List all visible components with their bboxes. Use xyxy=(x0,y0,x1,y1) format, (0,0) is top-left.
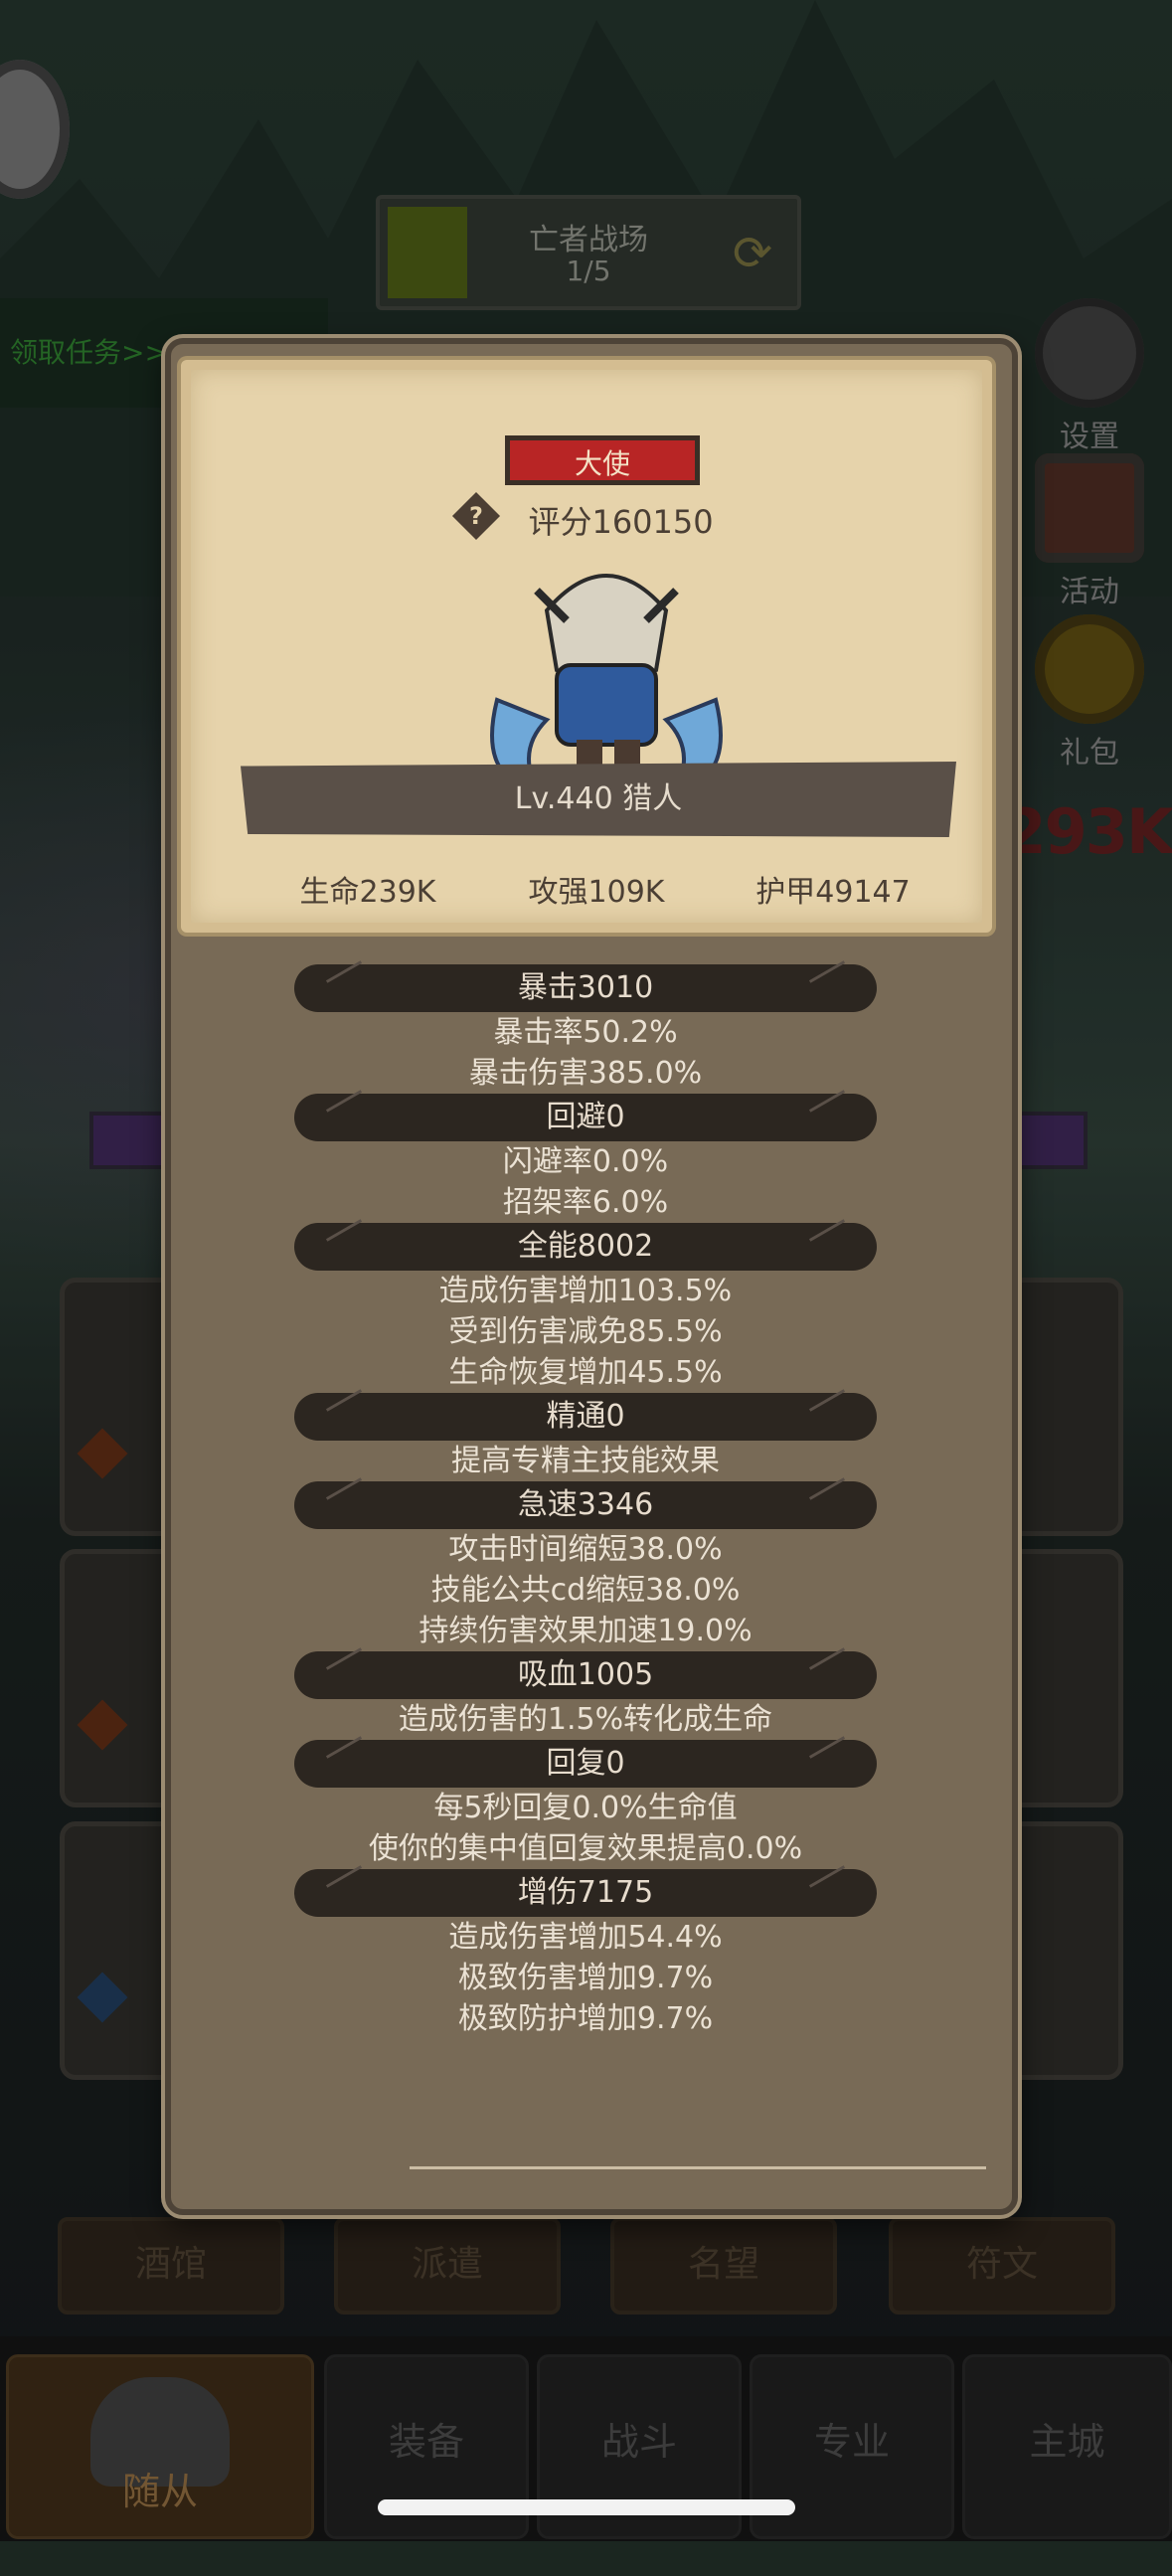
attribute-detail: 技能公共cd缩短38.0% xyxy=(430,1573,741,1608)
attribute-group-title: 回复0 xyxy=(294,1740,877,1788)
hunter-character-portrait xyxy=(490,574,723,792)
attribute-detail: 攻击时间缩短38.0% xyxy=(448,1532,723,1567)
attribute-group-title: 吸血1005 xyxy=(294,1651,877,1699)
rank-badge: 大使 xyxy=(505,435,700,485)
score-row: ? 评分160150 xyxy=(191,491,982,557)
attribute-detail: 极致伤害增加9.7% xyxy=(457,1961,714,1995)
stat-armor: 护甲49147 xyxy=(755,875,911,910)
attribute-group: 暴击3010 暴击率50.2% 暴击伤害385.0% xyxy=(171,964,1000,1094)
attribute-list: 暴击3010 暴击率50.2% 暴击伤害385.0% 回避0 闪避率0.0% 招架率6.0… xyxy=(171,964,1000,2039)
attribute-detail: 生命恢复增加45.5% xyxy=(448,1355,723,1390)
attribute-detail: 暴击率50.2% xyxy=(493,1015,678,1050)
hero-summary-card: 大使 ? 评分160150 Lv.440 猎人 生命239K 攻强109K 护甲… xyxy=(181,360,992,933)
attribute-group-title: 精通0 xyxy=(294,1393,877,1441)
attribute-detail: 造成伤害的1.5%转化成生命 xyxy=(398,1702,773,1737)
attribute-detail: 招架率6.0% xyxy=(502,1185,669,1220)
hero-name-level: Lv.440 猎人 xyxy=(241,762,956,837)
attribute-group: 回避0 闪避率0.0% 招架率6.0% xyxy=(171,1094,1000,1223)
attribute-group-title: 增伤7175 xyxy=(294,1869,877,1917)
attribute-detail: 闪避率0.0% xyxy=(502,1144,669,1179)
attribute-group: 全能8002 造成伤害增加103.5% 受到伤害减免85.5% 生命恢复增加45.5% xyxy=(171,1223,1000,1393)
attribute-detail: 暴击伤害385.0% xyxy=(468,1056,703,1091)
attribute-group: 急速3346 攻击时间缩短38.0% 技能公共cd缩短38.0% 持续伤害效果加速19… xyxy=(171,1481,1000,1651)
attribute-detail: 持续伤害效果加速19.0% xyxy=(419,1614,753,1648)
attribute-group-title: 暴击3010 xyxy=(294,964,877,1012)
hero-detail-panel: 大使 ? 评分160150 Lv.440 猎人 生命239K 攻强109K 护甲… xyxy=(165,338,1018,2215)
score-text: 评分160150 xyxy=(528,503,714,541)
attribute-group-title: 急速3346 xyxy=(294,1481,877,1529)
attribute-detail: 使你的集中值回复效果提高0.0% xyxy=(368,1831,803,1866)
divider xyxy=(410,2166,986,2169)
attribute-group: 回复0 每5秒回复0.0%生命值使你的集中值回复效果提高0.0% xyxy=(171,1740,1000,1869)
attribute-detail: 极致防护增加9.7% xyxy=(457,2001,714,2036)
attribute-group: 精通0 提高专精主技能效果 xyxy=(171,1393,1000,1481)
attribute-detail: 造成伤害增加54.4% xyxy=(448,1920,723,1955)
attribute-group: 增伤7175 造成伤害增加54.4% 极致伤害增加9.7% 极致防护增加9.7% xyxy=(171,1869,1000,2039)
attribute-detail: 造成伤害增加103.5% xyxy=(438,1274,733,1308)
attribute-detail: 每5秒回复0.0%生命值 xyxy=(433,1791,738,1825)
help-icon[interactable]: ? xyxy=(452,491,501,541)
stat-health: 生命239K xyxy=(299,875,436,910)
attribute-group: 吸血1005 造成伤害的1.5%转化成生命 xyxy=(171,1651,1000,1740)
attribute-group-title: 全能8002 xyxy=(294,1223,877,1271)
attribute-detail: 受到伤害减免85.5% xyxy=(448,1314,723,1349)
attribute-detail: 提高专精主技能效果 xyxy=(451,1444,720,1478)
stat-attack-power: 攻强109K xyxy=(528,875,665,910)
attribute-group-title: 回避0 xyxy=(294,1094,877,1141)
home-indicator[interactable] xyxy=(378,2499,795,2515)
